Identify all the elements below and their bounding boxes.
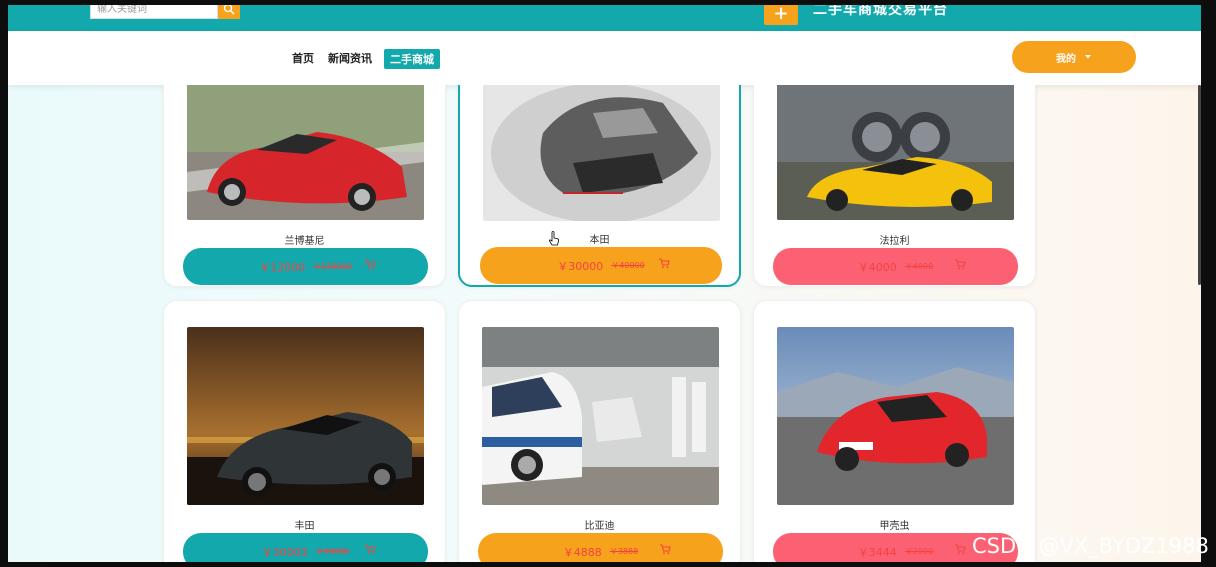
old-price: ￥3888 [609,547,639,556]
hand-cursor-icon [548,231,559,246]
product-card[interactable]: 甲壳虫 ￥3444 ￥2000 [753,300,1036,562]
product-name: 丰田 [294,521,315,532]
add-button[interactable]: + [764,5,798,25]
product-image[interactable] [777,327,1014,505]
cart-icon [365,544,376,555]
scrollbar[interactable] [1198,85,1201,285]
old-price: ￥4000 [904,262,934,271]
price: ￥3444 [857,545,897,559]
cart-icon [365,259,376,270]
old-price: ￥40000 [315,547,350,556]
product-card[interactable]: 兰博基尼 ￥12000 ￥130000 [163,85,446,287]
product-card[interactable]: 本田 ￥30000 ￥40000 [458,85,741,287]
buy-button[interactable]: ￥4000 ￥4000 [773,248,1018,285]
top-bar: 输入关键词 + 二手车商城交易平台 [8,5,1201,31]
watermark: CSDN @VX_BYDZ1988 [972,534,1209,558]
product-image[interactable] [777,85,1014,220]
mine-button[interactable]: 我的 [1012,41,1136,73]
search-button[interactable] [218,5,240,19]
price: ￥4888 [562,545,602,559]
nav-item-news[interactable]: 新闻资讯 [328,50,372,66]
old-price: ￥40000 [611,261,645,270]
navbar: 首页 新闻资讯 二手商城 我的 [8,31,1201,85]
product-image[interactable] [483,85,720,221]
plus-icon: + [773,5,789,24]
buy-button[interactable]: ￥4888 ￥3888 [478,533,723,562]
cart-icon [659,258,670,269]
nav-item-mall[interactable]: 二手商城 [384,49,440,69]
search-input[interactable]: 输入关键词 [90,5,218,19]
price: ￥12000 [259,260,306,274]
cart-icon [660,544,671,555]
product-name: 法拉利 [879,236,910,247]
product-card[interactable]: 比亚迪 ￥4888 ￥3888 [458,300,741,562]
old-price: ￥130000 [313,262,352,271]
product-name: 本田 [589,235,610,246]
product-name: 兰博基尼 [284,236,325,247]
product-image[interactable] [187,327,424,505]
nav-item-home[interactable]: 首页 [292,50,314,66]
buy-button[interactable]: ￥30003 ￥40000 [183,533,428,562]
search-box: 输入关键词 [90,5,240,21]
page: 输入关键词 + 二手车商城交易平台 首页 新闻资讯 二手商城 我的 兰博基尼 ￥… [8,5,1201,562]
product-name: 甲壳虫 [879,521,910,532]
price: ￥30000 [557,259,604,273]
search-icon [223,5,235,15]
product-name: 比亚迪 [584,521,615,532]
cart-icon [955,259,966,270]
mine-label: 我的 [1056,53,1076,65]
old-price: ￥2000 [904,547,934,556]
price: ￥30003 [261,545,308,559]
caret-down-icon [1085,55,1091,59]
product-card[interactable]: 丰田 ￥30003 ￥40000 [163,300,446,562]
buy-button[interactable]: ￥30000 ￥40000 [480,247,722,284]
product-card[interactable]: 法拉利 ￥4000 ￥4000 [753,85,1036,287]
product-grid: 兰博基尼 ￥12000 ￥130000 本田 ￥30000 ￥40000 法拉利… [8,85,1201,562]
cart-icon [955,544,966,555]
site-title: 二手车商城交易平台 [813,5,948,18]
product-image[interactable] [187,85,424,220]
price: ￥4000 [857,260,897,274]
product-image[interactable] [482,327,719,505]
buy-button[interactable]: ￥12000 ￥130000 [183,248,428,285]
